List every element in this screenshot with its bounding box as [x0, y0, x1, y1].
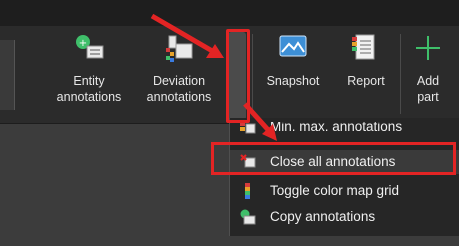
red-arrow-icon	[243, 102, 277, 141]
annotation-arrows	[150, 13, 277, 141]
red-arrow-icon	[150, 13, 224, 58]
